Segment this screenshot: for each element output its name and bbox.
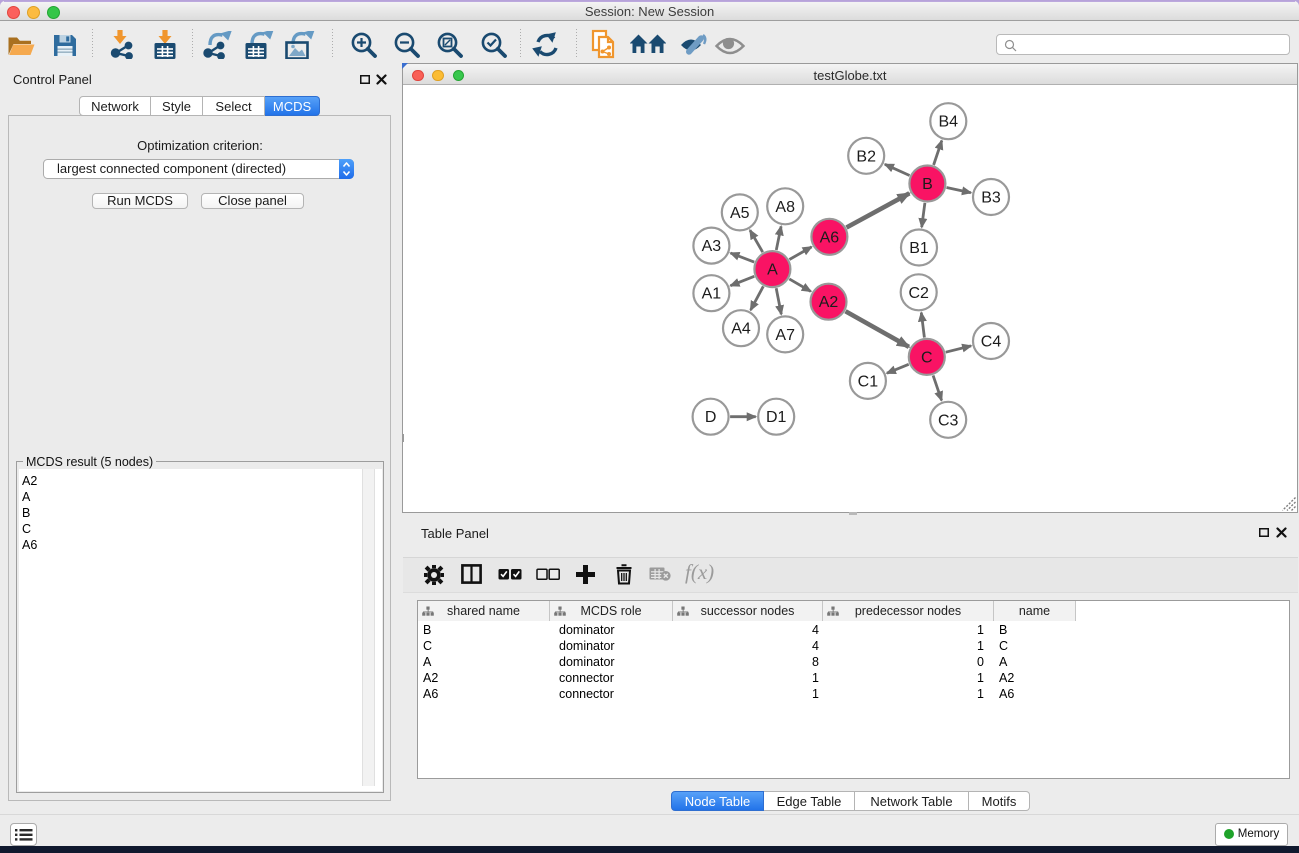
svg-text:A2: A2 xyxy=(819,294,839,311)
svg-text:A7: A7 xyxy=(775,327,795,344)
svg-text:D1: D1 xyxy=(766,409,787,426)
svg-text:B1: B1 xyxy=(909,240,929,257)
svg-text:A: A xyxy=(767,262,778,279)
svg-text:C1: C1 xyxy=(858,373,879,390)
svg-text:A3: A3 xyxy=(702,238,722,255)
svg-text:A4: A4 xyxy=(731,321,751,338)
svg-text:C3: C3 xyxy=(938,412,959,429)
svg-text:A8: A8 xyxy=(775,199,795,216)
svg-text:A1: A1 xyxy=(702,286,722,303)
svg-text:A5: A5 xyxy=(730,205,750,222)
svg-text:B2: B2 xyxy=(856,148,876,165)
svg-text:D: D xyxy=(705,409,717,426)
svg-text:B3: B3 xyxy=(981,190,1001,207)
svg-text:C: C xyxy=(921,349,933,366)
svg-text:B: B xyxy=(922,176,933,193)
svg-text:C4: C4 xyxy=(981,334,1002,351)
svg-text:C2: C2 xyxy=(908,285,929,302)
svg-text:B4: B4 xyxy=(939,114,959,131)
svg-text:A6: A6 xyxy=(820,229,840,246)
